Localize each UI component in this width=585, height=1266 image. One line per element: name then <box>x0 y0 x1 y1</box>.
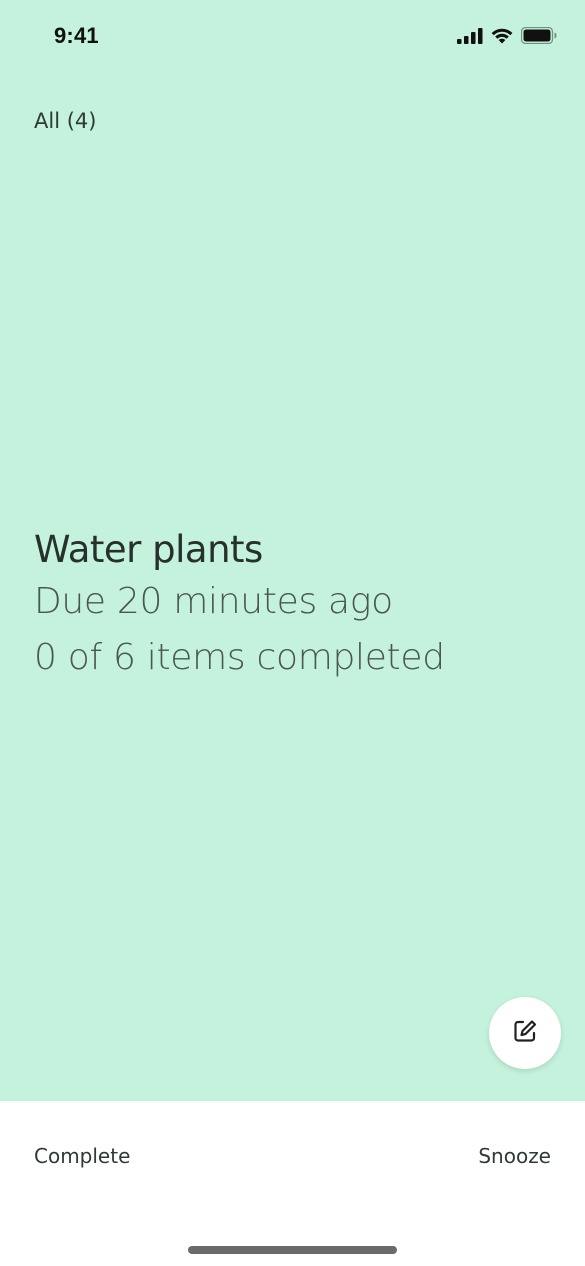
status-time: 9:41 <box>54 23 99 48</box>
task-due-text: Due 20 minutes ago <box>34 581 393 622</box>
complete-button[interactable]: Complete <box>34 1144 130 1168</box>
snooze-button[interactable]: Snooze <box>478 1144 551 1168</box>
bottom-action-bar: Complete Snooze <box>0 1101 585 1266</box>
task-card-area: 9:41 All (4) Water plants Due 20 minutes… <box>0 0 585 1101</box>
status-bar: 9:41 <box>0 0 585 74</box>
battery-icon <box>520 26 557 48</box>
task-progress-text: 0 of 6 items completed <box>34 637 445 678</box>
edit-button[interactable] <box>489 997 561 1069</box>
task-title: Water plants <box>34 528 263 571</box>
task-summary[interactable]: Water plants Due 20 minutes ago 0 of 6 i… <box>34 526 555 686</box>
filter-all-button[interactable]: All (4) <box>34 109 96 133</box>
home-indicator[interactable] <box>188 1246 397 1254</box>
edit-icon <box>512 1018 538 1048</box>
wifi-icon <box>490 27 514 48</box>
cellular-signal-icon <box>457 27 483 48</box>
status-icons <box>457 26 557 48</box>
